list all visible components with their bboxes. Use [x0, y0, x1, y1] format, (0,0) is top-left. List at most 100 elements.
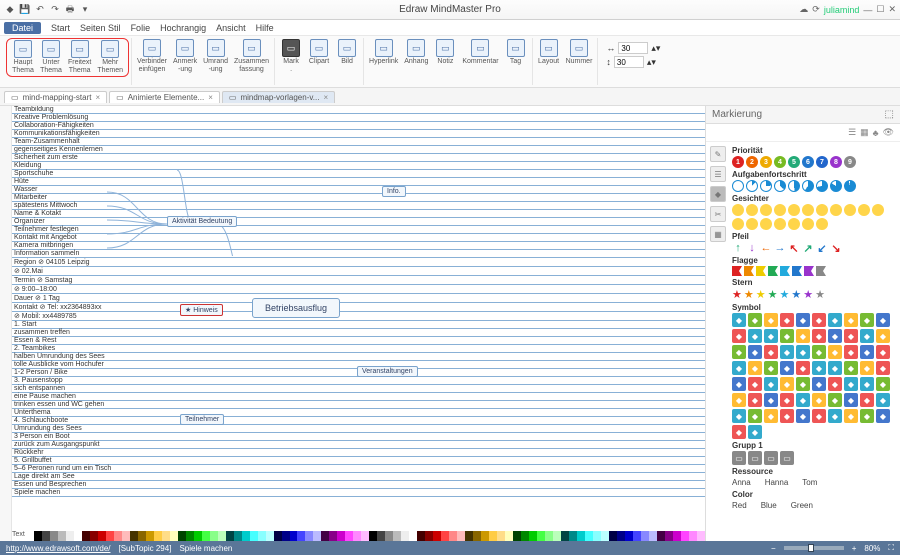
- ressource-item[interactable]: Anna: [732, 478, 751, 487]
- palette-swatch[interactable]: [290, 531, 298, 541]
- ribbon-nummer-button[interactable]: ▭Nummer: [563, 38, 596, 67]
- arrow-4[interactable]: ↖: [788, 242, 800, 254]
- symbol-5[interactable]: ◆: [812, 313, 826, 327]
- symbol-33[interactable]: ◆: [780, 361, 794, 375]
- palette-swatch[interactable]: [122, 531, 130, 541]
- tab-close-icon[interactable]: ×: [323, 93, 328, 102]
- symbol-21[interactable]: ◆: [748, 345, 762, 359]
- priority-7[interactable]: 7: [816, 156, 828, 168]
- symbol-69[interactable]: ◆: [876, 409, 890, 423]
- zoom-in-icon[interactable]: +: [852, 544, 857, 553]
- progress-7[interactable]: [830, 180, 842, 192]
- palette-swatch[interactable]: [673, 531, 681, 541]
- menu-folie[interactable]: Folie: [131, 23, 151, 33]
- symbol-65[interactable]: ◆: [812, 409, 826, 423]
- palette-swatch[interactable]: [114, 531, 122, 541]
- ressource-item[interactable]: Hanna: [765, 478, 789, 487]
- leaf[interactable]: Team-Zusammenhalt: [12, 138, 705, 146]
- doc-tab[interactable]: ▭mindmap-vorlagen-v...×: [222, 91, 335, 103]
- palette-swatch[interactable]: [449, 531, 457, 541]
- palette-swatch[interactable]: [681, 531, 689, 541]
- ribbon-umrandung-button[interactable]: ▭Umrand -ung: [200, 38, 231, 75]
- symbol-18[interactable]: ◆: [860, 329, 874, 343]
- stepper-icon[interactable]: ▴▾: [647, 57, 656, 68]
- palette-swatch[interactable]: [266, 531, 274, 541]
- side-shield-icon[interactable]: ◆: [710, 186, 726, 202]
- symbol-45[interactable]: ◆: [812, 377, 826, 391]
- symbol-56[interactable]: ◆: [828, 393, 842, 407]
- palette-swatch[interactable]: [58, 531, 66, 541]
- symbol-70[interactable]: ◆: [732, 425, 746, 439]
- palette-swatch[interactable]: [34, 531, 42, 541]
- palette-swatch[interactable]: [305, 531, 313, 541]
- star-3[interactable]: ★: [768, 288, 778, 301]
- symbol-55[interactable]: ◆: [812, 393, 826, 407]
- color-item[interactable]: Red: [732, 501, 747, 510]
- priority-9[interactable]: 9: [844, 156, 856, 168]
- face-15[interactable]: [788, 218, 800, 230]
- face-16[interactable]: [802, 218, 814, 230]
- symbol-63[interactable]: ◆: [780, 409, 794, 423]
- leaf[interactable]: Region ⊘ 04105 Leipzig: [12, 258, 705, 267]
- symbol-26[interactable]: ◆: [828, 345, 842, 359]
- palette-swatch[interactable]: [162, 531, 170, 541]
- ribbon-notiz-button[interactable]: ▭Notiz: [431, 38, 459, 67]
- palette-swatch[interactable]: [657, 531, 665, 541]
- symbol-12[interactable]: ◆: [764, 329, 778, 343]
- symbol-68[interactable]: ◆: [860, 409, 874, 423]
- view-grid-icon[interactable]: ▦: [860, 127, 869, 138]
- leaf[interactable]: Umrundung des Sees: [12, 425, 705, 433]
- branch-veranstaltungen[interactable]: Veranstaltungen: [357, 366, 418, 377]
- symbol-2[interactable]: ◆: [764, 313, 778, 327]
- palette-swatch[interactable]: [146, 531, 154, 541]
- sync-icon[interactable]: ⟳: [812, 4, 820, 15]
- symbol-38[interactable]: ◆: [860, 361, 874, 375]
- palette-swatch[interactable]: [329, 531, 337, 541]
- face-0[interactable]: [732, 204, 744, 216]
- ribbon-verbinder-button[interactable]: ▭Verbinder einfügen: [134, 38, 170, 75]
- priority-3[interactable]: 3: [760, 156, 772, 168]
- leaf[interactable]: Sicherheit zum erste: [12, 154, 705, 162]
- face-6[interactable]: [816, 204, 828, 216]
- ribbon-tag-button[interactable]: ▭Tag: [502, 38, 530, 67]
- ribbon-bild-button[interactable]: ▭Bild: [333, 38, 361, 75]
- palette-swatch[interactable]: [529, 531, 537, 541]
- minimize-button[interactable]: —: [863, 5, 872, 15]
- leaf[interactable]: spätestens Mittwoch: [12, 202, 705, 210]
- palette-swatch[interactable]: [545, 531, 553, 541]
- palette-swatch[interactable]: [98, 531, 106, 541]
- symbol-30[interactable]: ◆: [732, 361, 746, 375]
- palette-swatch[interactable]: [633, 531, 641, 541]
- grupp-1[interactable]: ▭: [748, 451, 762, 465]
- symbol-8[interactable]: ◆: [860, 313, 874, 327]
- arrow-7[interactable]: ↘: [830, 242, 842, 254]
- ribbon-anhang-button[interactable]: ▭Anhang: [401, 38, 431, 67]
- palette-swatch[interactable]: [417, 531, 425, 541]
- ribbon-haupt-thema-button[interactable]: ▭Haupt Thema: [9, 39, 37, 76]
- symbol-49[interactable]: ◆: [876, 377, 890, 391]
- symbol-39[interactable]: ◆: [876, 361, 890, 375]
- symbol-36[interactable]: ◆: [828, 361, 842, 375]
- progress-6[interactable]: [816, 180, 828, 192]
- progress-1[interactable]: [746, 180, 758, 192]
- flag-5[interactable]: [792, 266, 802, 276]
- leaf[interactable]: Spiele machen: [12, 489, 705, 497]
- subbranch[interactable]: 3. Pausenstopp: [12, 377, 705, 385]
- close-button[interactable]: ✕: [888, 4, 896, 15]
- face-13[interactable]: [760, 218, 772, 230]
- face-17[interactable]: [816, 218, 828, 230]
- leaf[interactable]: eine Pause machen: [12, 393, 705, 401]
- symbol-24[interactable]: ◆: [796, 345, 810, 359]
- palette-swatch[interactable]: [697, 531, 705, 541]
- symbol-10[interactable]: ◆: [732, 329, 746, 343]
- palette-swatch[interactable]: [345, 531, 353, 541]
- subbranch[interactable]: 1. Start: [12, 321, 705, 329]
- doc-tab[interactable]: ▭Animierte Elemente...×: [109, 91, 220, 103]
- symbol-35[interactable]: ◆: [812, 361, 826, 375]
- palette-swatch[interactable]: [609, 531, 617, 541]
- palette-swatch[interactable]: [689, 531, 697, 541]
- ribbon-kommentar-button[interactable]: ▭Kommentar: [459, 38, 501, 67]
- symbol-41[interactable]: ◆: [748, 377, 762, 391]
- flag-4[interactable]: [780, 266, 790, 276]
- palette-swatch[interactable]: [178, 531, 186, 541]
